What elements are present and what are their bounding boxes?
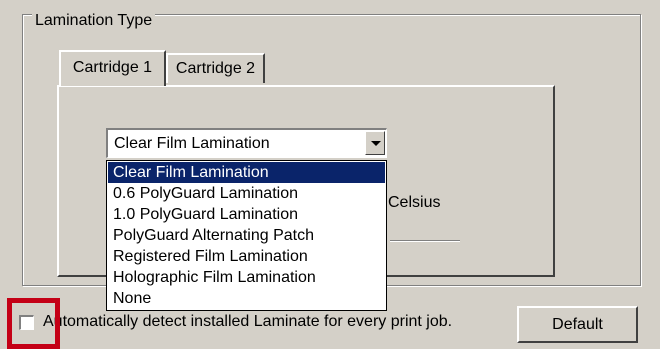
dropdown-option[interactable]: PolyGuard Alternating Patch	[108, 225, 385, 246]
separator-line	[390, 240, 460, 242]
dropdown-option[interactable]: Clear Film Lamination	[108, 162, 385, 183]
default-button[interactable]: Default	[517, 306, 638, 343]
auto-detect-label[interactable]: Automatically detect installed Laminate …	[43, 312, 452, 332]
tab-cartridge-1[interactable]: Cartridge 1	[59, 50, 166, 86]
dropdown-option[interactable]: Registered Film Lamination	[108, 246, 385, 267]
lamination-dropdown-list[interactable]: Clear Film Lamination 0.6 PolyGuard Lami…	[106, 160, 387, 311]
dropdown-option[interactable]: Holographic Film Lamination	[108, 267, 385, 288]
celsius-label: Celsius	[388, 194, 441, 211]
dropdown-option[interactable]: 1.0 PolyGuard Lamination	[108, 204, 385, 225]
dropdown-option[interactable]: None	[108, 288, 385, 309]
combobox-value: Clear Film Lamination	[114, 135, 270, 152]
groupbox-title: Lamination Type	[32, 12, 156, 30]
lamination-combobox[interactable]: Clear Film Lamination	[106, 128, 387, 158]
tab-cartridge-2[interactable]: Cartridge 2	[166, 53, 265, 83]
dropdown-option[interactable]: 0.6 PolyGuard Lamination	[108, 183, 385, 204]
chevron-down-icon[interactable]	[365, 131, 385, 155]
auto-detect-checkbox[interactable]	[19, 315, 34, 330]
